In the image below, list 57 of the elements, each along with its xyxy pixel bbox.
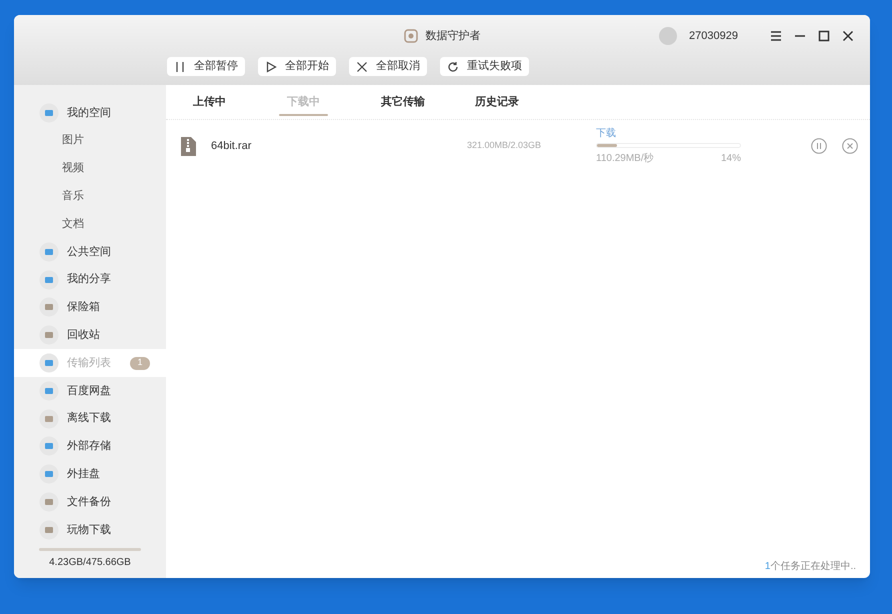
sidebar-item[interactable]: 离线下载 — [14, 404, 166, 433]
play-icon — [265, 60, 277, 72]
toolbar-button[interactable]: 全部开始 — [258, 57, 336, 76]
sidebar-item[interactable]: 回收站 — [14, 321, 166, 350]
transfer-speed: 110.29MB/秒 — [596, 152, 654, 166]
sidebar-item-icon — [39, 102, 59, 123]
count-badge: 1 — [130, 356, 150, 370]
maximize-icon[interactable] — [818, 30, 830, 42]
user-id: 27030929 — [689, 28, 738, 44]
toolbar-button[interactable]: 全部取消 — [349, 57, 427, 76]
pause-icon[interactable] — [811, 138, 827, 154]
sidebar-item-icon — [39, 270, 59, 290]
transfer-status: 下载 — [596, 126, 617, 141]
sidebar-item-icon — [39, 297, 59, 318]
sidebar-item[interactable]: 外部存储 — [14, 432, 166, 460]
close-icon[interactable] — [842, 30, 854, 42]
sidebar-item-icon — [39, 380, 59, 401]
pause-icon — [174, 60, 186, 72]
sidebar-subitem[interactable]: 图片 — [14, 126, 166, 155]
file-size: 321.00MB/2.03GB — [466, 139, 541, 152]
sidebar-item-icon — [39, 242, 59, 262]
sidebar-item[interactable]: 公共空间 — [14, 238, 166, 266]
sidebar-subitem[interactable]: 视频 — [14, 154, 166, 182]
sidebar-item[interactable]: 我的空间 — [14, 99, 166, 127]
sidebar-subitem[interactable]: 文档 — [14, 210, 166, 238]
tab[interactable]: 历史记录 — [467, 88, 527, 116]
sidebar-item[interactable]: 外挂盘 — [14, 460, 166, 488]
sidebar-item-icon — [39, 325, 59, 346]
task-count: 1 — [764, 560, 770, 574]
sidebar-item-icon — [39, 492, 59, 512]
close-icon — [356, 60, 368, 72]
zip-file-icon — [180, 136, 197, 156]
sidebar-item[interactable]: 我的分享 — [14, 266, 166, 294]
transfer-row[interactable]: 64bit.rar 321.00MB/2.03GB 下载 110.29MB/秒 14% — [166, 120, 870, 172]
sidebar-item[interactable]: 百度网盘 — [14, 376, 166, 405]
app-logo-icon — [404, 29, 418, 43]
sidebar-item-icon — [39, 408, 59, 429]
sidebar-item-icon — [39, 520, 59, 540]
sidebar-subitem[interactable]: 音乐 — [14, 182, 166, 210]
status-text: 个任务正在处理中.. — [770, 560, 856, 574]
sidebar-item-icon — [39, 353, 59, 374]
refresh-icon — [447, 60, 459, 72]
sidebar-item-icon — [39, 436, 59, 456]
sidebar-item[interactable]: 玩物下载 — [14, 516, 166, 544]
menu-icon[interactable] — [770, 30, 782, 42]
storage-usage: 4.23GB/475.66GB — [48, 556, 132, 570]
toolbar-button[interactable]: 全部暂停 — [167, 57, 245, 76]
transfer-percent: 14% — [720, 152, 741, 166]
tab[interactable]: 其它传输 — [373, 88, 433, 116]
window-title: 数据守护者 — [426, 28, 480, 44]
toolbar-button[interactable]: 重试失败项 — [440, 57, 529, 76]
file-name: 64bit.rar — [211, 138, 252, 154]
tab[interactable]: 上传中 — [185, 88, 234, 116]
sidebar-item[interactable]: 文件备份 — [14, 488, 166, 516]
cancel-icon[interactable] — [842, 138, 858, 154]
sidebar-item-icon — [39, 464, 59, 484]
sidebar-item[interactable]: 保险箱 — [14, 294, 166, 322]
